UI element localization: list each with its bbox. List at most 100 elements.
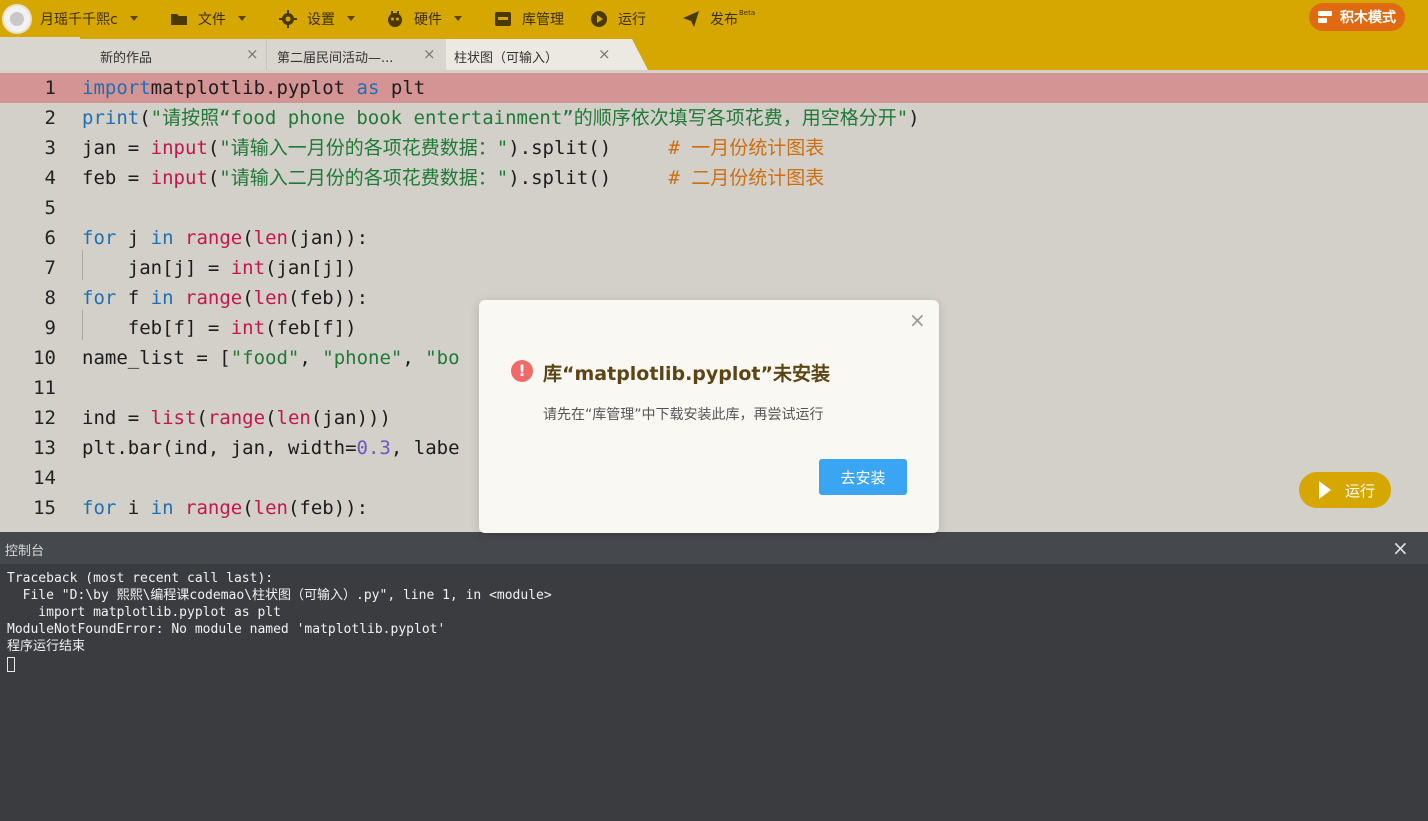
code-token: (feb)):	[287, 497, 369, 519]
play-icon	[1319, 481, 1331, 499]
code-line[interactable]: 4 feb = input("请输入二月份的各项花费数据：").split() #…	[0, 163, 1428, 193]
code-token: ,	[299, 347, 323, 369]
run-menu-label: 运行	[618, 11, 646, 28]
chevron-down-icon	[238, 16, 246, 21]
code-line[interactable]: 5	[0, 193, 1428, 223]
code-token: input	[150, 167, 208, 189]
code-line[interactable]: 7 jan[j] = int(jan[j])	[0, 253, 1428, 283]
code-token: (	[139, 107, 151, 129]
code-text: name_list = ["food", "phone", "bo	[82, 343, 460, 373]
code-token: (	[242, 287, 254, 309]
code-token: int	[230, 257, 266, 279]
console-line: Traceback (most recent call last):	[7, 571, 274, 586]
close-icon[interactable]: ×	[423, 45, 436, 63]
tab-bar-chart[interactable]: 柱状图（可输入） ×	[446, 39, 648, 70]
code-token: (	[265, 407, 277, 429]
line-number: 5	[44, 197, 56, 219]
code-token: for	[82, 497, 117, 519]
code-token: "请输入二月份的各项花费数据："	[219, 167, 509, 189]
box-icon	[495, 11, 511, 26]
code-token: feb[f] =	[82, 317, 231, 339]
code-token: "phone"	[322, 347, 403, 369]
line-number: 2	[44, 107, 56, 129]
line-number: 15	[33, 497, 56, 519]
code-token: (feb[f])	[265, 317, 357, 339]
tab-bar-spacer	[0, 37, 80, 70]
close-icon[interactable]: ×	[1392, 536, 1409, 560]
line-number: 1	[44, 77, 56, 99]
code-token: ).split()	[508, 137, 669, 159]
console-header: 控制台 ×	[0, 532, 1428, 564]
code-token: ,	[402, 347, 426, 369]
code-token: # 二月份统计图表	[668, 167, 825, 189]
code-token: (	[242, 227, 254, 249]
code-token: range	[185, 497, 243, 519]
close-icon[interactable]: ×	[246, 45, 259, 63]
code-line[interactable]: 1 importmatplotlib.pyplot as plt	[0, 73, 1428, 103]
folder-icon	[171, 13, 187, 25]
error-icon: !	[511, 360, 533, 382]
code-token: name_list = [	[82, 347, 231, 369]
line-number: 4	[44, 167, 56, 189]
chevron-down-icon	[129, 16, 138, 21]
code-text: ind = list(range(len(jan)))	[82, 403, 391, 433]
block-mode-button[interactable]: 积木模式	[1309, 3, 1405, 31]
tab-bar: 新的作品 × 第二届民间活动—... × 柱状图（可输入） ×	[0, 37, 1428, 70]
line-number: 12	[33, 407, 56, 429]
code-token: len	[253, 287, 288, 309]
tab-label: 柱状图（可输入）	[454, 51, 559, 66]
code-token: , labe	[390, 437, 460, 459]
play-circle-icon	[591, 10, 607, 27]
avatar	[2, 3, 32, 34]
code-text: jan = input("请输入一月份的各项花费数据：").split() # …	[82, 133, 824, 163]
run-button[interactable]: 运行	[1299, 472, 1391, 508]
line-number: 9	[44, 317, 56, 339]
file-menu-label: 文件	[198, 11, 226, 28]
code-token: range	[185, 227, 243, 249]
tab-new-work[interactable]: 新的作品 ×	[80, 39, 266, 70]
dialog-title: 库“matplotlib.pyplot”未安装	[543, 363, 831, 385]
line-number: 13	[33, 437, 56, 459]
code-token: range	[207, 407, 266, 429]
user-menu[interactable]: 月瑶千千熙c	[2, 0, 138, 37]
code-line[interactable]: 6 for j in range(len(jan)):	[0, 223, 1428, 253]
tab-label: 第二届民间活动—...	[277, 51, 394, 66]
line-number: 11	[33, 377, 56, 399]
code-line[interactable]: 3 jan = input("请输入一月份的各项花费数据：").split() #…	[0, 133, 1428, 163]
console-cursor	[7, 657, 15, 672]
publish-button[interactable]: 发布 Beta	[682, 0, 755, 37]
publish-label: 发布	[710, 11, 738, 28]
dialog-message: 请先在“库管理”中下载安装此库，再尝试运行	[543, 407, 824, 423]
file-menu[interactable]: 文件	[170, 0, 246, 37]
install-button[interactable]: 去安装	[819, 459, 907, 495]
code-token: input	[150, 137, 208, 159]
code-token: j	[116, 227, 151, 249]
code-token: jan[j] =	[82, 257, 231, 279]
code-token: len	[253, 227, 288, 249]
code-text: for i in range(len(feb)):	[82, 493, 368, 523]
code-token: "请输入一月份的各项花费数据："	[219, 137, 509, 159]
code-token: plt.bar(ind, jan, width=	[82, 437, 357, 459]
code-token: (jan)))	[310, 407, 391, 429]
code-token: jan =	[82, 137, 151, 159]
code-text: print("请按照“food phone book entertainment…	[82, 103, 920, 133]
user-name: 月瑶千千熙c	[40, 11, 118, 28]
library-manager-button[interactable]: 库管理	[494, 0, 564, 37]
code-line[interactable]: 2 print("请按照“food phone book entertainmen…	[0, 103, 1428, 133]
code-token: i	[116, 497, 151, 519]
tab-second-event[interactable]: 第二届民间活动—... ×	[266, 39, 447, 70]
code-text: feb = input("请输入二月份的各项花费数据：").split() # …	[82, 163, 824, 193]
line-number: 8	[44, 287, 56, 309]
code-token: (	[207, 167, 220, 189]
close-icon[interactable]: ×	[909, 308, 926, 332]
hardware-menu[interactable]: 硬件	[386, 0, 462, 37]
code-token: for	[82, 227, 117, 249]
code-text: jan[j] = int(jan[j])	[82, 253, 357, 283]
run-menu-button[interactable]: 运行	[590, 0, 646, 37]
close-icon[interactable]: ×	[598, 45, 611, 63]
settings-menu[interactable]: 设置	[279, 0, 355, 37]
hardware-menu-label: 硬件	[414, 11, 442, 28]
console-output[interactable]: Traceback (most recent call last): File …	[0, 564, 1428, 821]
console-line: import matplotlib.pyplot as plt	[7, 605, 281, 620]
